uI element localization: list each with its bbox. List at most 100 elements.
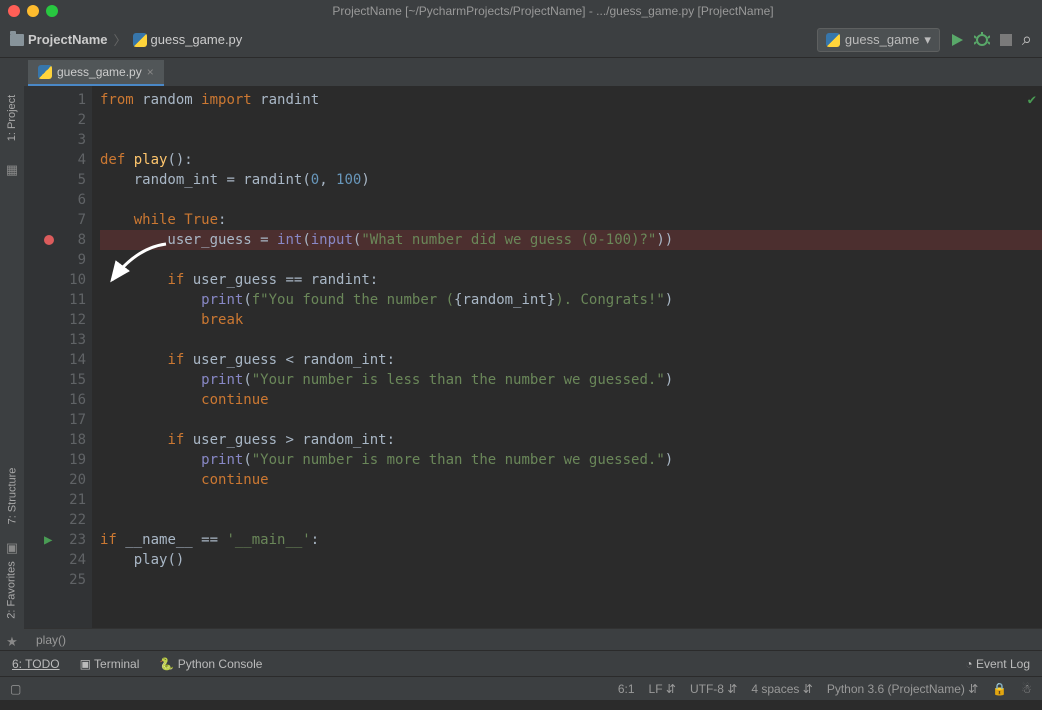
line-number[interactable]: 11 — [24, 290, 86, 310]
file-encoding[interactable]: UTF-8 ⇵ — [690, 682, 737, 696]
file-tab-label: guess_game.py — [57, 65, 142, 79]
line-number[interactable]: 23▶ — [24, 530, 86, 550]
python-file-icon — [133, 33, 147, 47]
code-line[interactable]: random_int = randint(0, 100) — [100, 170, 1042, 190]
code-line[interactable]: from random import randint — [100, 90, 1042, 110]
status-quick-access[interactable]: ▢ — [10, 682, 21, 696]
code-line[interactable]: user_guess = int(input("What number did … — [100, 230, 1042, 250]
code-line[interactable]: continue — [100, 390, 1042, 410]
line-number[interactable]: 5 — [24, 170, 86, 190]
code-line[interactable]: continue — [100, 470, 1042, 490]
line-number[interactable]: 10 — [24, 270, 86, 290]
code-line[interactable]: if __name__ == '__main__': — [100, 530, 1042, 550]
line-separator[interactable]: LF ⇵ — [649, 682, 676, 696]
statusbar: ▢ 6:1 LF ⇵ UTF-8 ⇵ 4 spaces ⇵ Python 3.6… — [0, 676, 1042, 700]
caret-position[interactable]: 6:1 — [618, 682, 635, 696]
tool-window-terminal[interactable]: ▣ Terminal — [80, 657, 140, 671]
code-line[interactable]: break — [100, 310, 1042, 330]
breadcrumb-file[interactable]: guess_game.py — [133, 32, 243, 47]
line-number[interactable]: 14 — [24, 350, 86, 370]
navbar: ProjectName 〉 guess_game.py guess_game ▾… — [0, 22, 1042, 58]
line-number[interactable]: 2 — [24, 110, 86, 130]
breadcrumb-project[interactable]: ProjectName — [10, 32, 107, 47]
code-line[interactable]: if user_guess > random_int: — [100, 430, 1042, 450]
titlebar: ProjectName [~/PycharmProjects/ProjectNa… — [0, 0, 1042, 22]
code-line[interactable] — [100, 490, 1042, 510]
window-controls — [8, 5, 58, 17]
line-number[interactable]: 19 — [24, 450, 86, 470]
editor-wrap: 1234567891011121314151617181920212223▶24… — [24, 86, 1042, 650]
run-button[interactable] — [950, 33, 964, 47]
code-line[interactable]: print(f"You found the number ({random_in… — [100, 290, 1042, 310]
python-file-icon — [38, 65, 52, 79]
minimize-window-button[interactable] — [27, 5, 39, 17]
left-tool-sidebar: 1: Project ▦ 7: Structure ▣ 2: Favorites… — [0, 86, 24, 650]
line-number[interactable]: 22 — [24, 510, 86, 530]
breadcrumb-separator: 〉 — [113, 30, 126, 49]
code-line[interactable]: if user_guess == randint: — [100, 270, 1042, 290]
run-gutter-icon[interactable]: ▶ — [44, 530, 52, 550]
tool-window-structure[interactable]: 7: Structure — [6, 468, 18, 525]
tool-window-python-console[interactable]: 🐍 Python Console — [159, 657, 262, 671]
code-line[interactable] — [100, 130, 1042, 150]
line-number[interactable]: 16 — [24, 390, 86, 410]
line-number[interactable]: 3 — [24, 130, 86, 150]
code-line[interactable]: def play(): — [100, 150, 1042, 170]
run-config-selector[interactable]: guess_game ▾ — [817, 28, 940, 52]
debug-button[interactable] — [974, 32, 990, 48]
code-line[interactable]: play() — [100, 550, 1042, 570]
maximize-window-button[interactable] — [46, 5, 58, 17]
line-number[interactable]: 25 — [24, 570, 86, 590]
line-number[interactable]: 1 — [24, 90, 86, 110]
code-line[interactable]: if user_guess < random_int: — [100, 350, 1042, 370]
readonly-toggle-icon[interactable]: 🔒 — [992, 682, 1007, 696]
structure-icon: ▣ — [6, 540, 18, 556]
stop-button[interactable] — [1000, 34, 1012, 46]
close-window-button[interactable] — [8, 5, 20, 17]
python-interpreter[interactable]: Python 3.6 (ProjectName) ⇵ — [827, 682, 978, 696]
code-line[interactable]: while True: — [100, 210, 1042, 230]
close-tab-icon[interactable]: × — [147, 65, 154, 79]
code-line[interactable] — [100, 570, 1042, 590]
line-number[interactable]: 20 — [24, 470, 86, 490]
line-number[interactable]: 4 — [24, 150, 86, 170]
breakpoint-marker[interactable] — [44, 235, 54, 245]
main-area: 1: Project ▦ 7: Structure ▣ 2: Favorites… — [0, 86, 1042, 650]
file-tab-guess-game[interactable]: guess_game.py × — [28, 60, 164, 86]
line-number[interactable]: 6 — [24, 190, 86, 210]
window-title: ProjectName [~/PycharmProjects/ProjectNa… — [72, 4, 1034, 18]
line-number[interactable]: 7 — [24, 210, 86, 230]
line-number[interactable]: 8 — [24, 230, 86, 250]
tool-window-favorites[interactable]: 2: Favorites — [6, 561, 18, 618]
inspection-ok-icon: ✔ — [1028, 90, 1036, 110]
line-number[interactable]: 21 — [24, 490, 86, 510]
line-number[interactable]: 18 — [24, 430, 86, 450]
code-line[interactable]: print("Your number is more than the numb… — [100, 450, 1042, 470]
context-label: play() — [24, 628, 1042, 650]
bottom-toolbar: 6: TODO ▣ Terminal 🐍 Python Console ◔ Ev… — [0, 650, 1042, 676]
line-number[interactable]: 9 — [24, 250, 86, 270]
code-line[interactable] — [100, 510, 1042, 530]
python-file-icon — [826, 33, 840, 47]
code-line[interactable] — [100, 190, 1042, 210]
code-line[interactable] — [100, 110, 1042, 130]
ide-status-icon[interactable]: ☃ — [1021, 682, 1032, 696]
gutter[interactable]: 1234567891011121314151617181920212223▶24… — [24, 86, 92, 628]
line-number[interactable]: 12 — [24, 310, 86, 330]
code-line[interactable] — [100, 410, 1042, 430]
code-area[interactable]: from random import randint def play(): ra… — [92, 86, 1042, 628]
code-editor[interactable]: 1234567891011121314151617181920212223▶24… — [24, 86, 1042, 628]
tool-window-project[interactable]: 1: Project — [6, 95, 18, 141]
indent-config[interactable]: 4 spaces ⇵ — [751, 682, 812, 696]
line-number[interactable]: 17 — [24, 410, 86, 430]
code-line[interactable] — [100, 250, 1042, 270]
event-log-button[interactable]: ◔ Event Log — [965, 657, 1030, 671]
line-number[interactable]: 13 — [24, 330, 86, 350]
search-everywhere-icon[interactable]: ⌕ — [1022, 29, 1032, 50]
tool-window-todo[interactable]: 6: TODO — [12, 657, 60, 671]
code-line[interactable] — [100, 330, 1042, 350]
code-line[interactable]: print("Your number is less than the numb… — [100, 370, 1042, 390]
breadcrumb: ProjectName 〉 guess_game.py — [10, 30, 811, 49]
line-number[interactable]: 15 — [24, 370, 86, 390]
line-number[interactable]: 24 — [24, 550, 86, 570]
